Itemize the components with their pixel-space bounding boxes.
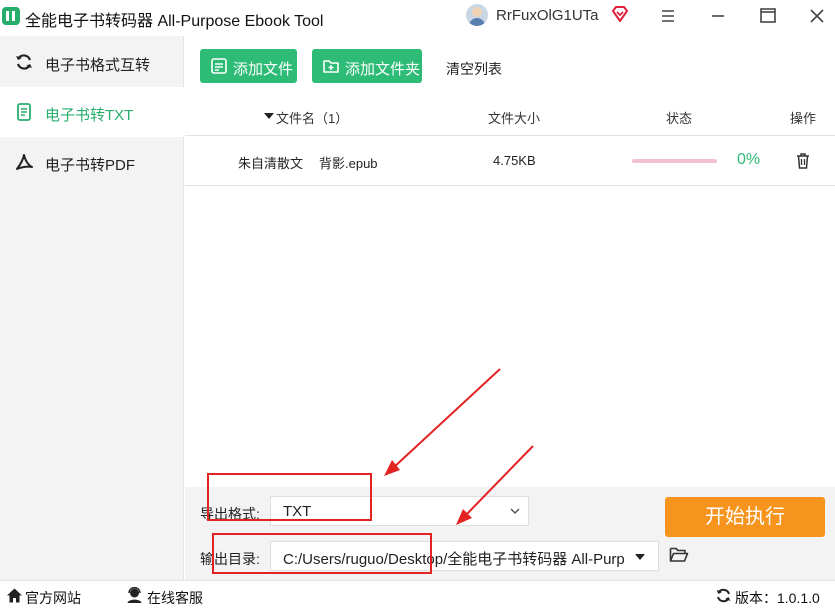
column-header-filename[interactable]: 文件名（1） — [276, 108, 348, 127]
add-file-button[interactable]: 添加文件 — [200, 49, 297, 83]
official-website-link[interactable]: 官方网站 — [25, 588, 81, 608]
file-author: 朱自清散文 — [238, 156, 304, 171]
file-size: 4.75KB — [493, 153, 536, 168]
user-avatar[interactable] — [466, 4, 488, 26]
update-icon — [716, 588, 731, 603]
clear-list-button[interactable]: 清空列表 — [446, 59, 502, 79]
column-header-action: 操作 — [790, 111, 817, 126]
table-row[interactable]: 朱自清散文 背影.epub 4.75KB 0% — [185, 136, 835, 186]
minimize-icon[interactable] — [705, 4, 731, 28]
sort-desc-icon[interactable] — [264, 113, 274, 119]
maximize-icon[interactable] — [755, 4, 781, 28]
sidebar-item-label: 电子书转TXT — [45, 107, 134, 124]
sidebar-item-label: 电子书格式互转 — [45, 57, 151, 74]
hamburger-icon[interactable] — [655, 4, 681, 28]
caret-down-icon — [635, 554, 645, 560]
annotation-arrow-format — [384, 368, 501, 476]
sidebar: 电子书格式互转 电子书转TXT 电子书转PDF — [0, 36, 184, 580]
sidebar-item-to-txt[interactable]: 电子书转TXT — [0, 87, 184, 137]
open-folder-icon[interactable] — [669, 546, 689, 563]
username[interactable]: RrFuxOlG1UTa — [496, 7, 599, 24]
diamond-icon[interactable] — [611, 5, 629, 23]
sidebar-item-label: 电子书转PDF — [45, 157, 136, 174]
version-label: 版本：1.0.1.0 — [735, 590, 820, 606]
add-folder-label: 添加文件夹 — [345, 61, 421, 78]
online-support-link[interactable]: 在线客服 — [147, 588, 203, 608]
add-folder-button[interactable]: 添加文件夹 — [312, 49, 422, 83]
column-header-status: 状态 — [666, 111, 693, 126]
annotation-box-output-dir — [212, 533, 432, 574]
file-name: 背影.epub — [319, 156, 378, 171]
refresh-icon — [16, 54, 32, 70]
title-bar: 全能电子书转码器 All-Purpose Ebook Tool RrFuxOlG… — [0, 0, 835, 34]
sidebar-item-format-convert[interactable]: 电子书格式互转 — [0, 37, 184, 87]
add-folder-icon — [323, 60, 339, 73]
progress-percent: 0% — [737, 151, 761, 168]
close-icon[interactable] — [804, 4, 830, 28]
annotation-box-format — [207, 473, 372, 521]
sidebar-item-to-pdf[interactable]: 电子书转PDF — [0, 137, 184, 187]
app-logo-icon — [2, 7, 20, 25]
start-button[interactable]: 开始执行 — [665, 497, 825, 537]
home-icon — [7, 588, 22, 603]
status-bar: 官方网站 在线客服 版本：1.0.1.0 — [0, 580, 835, 610]
progress-bar — [632, 159, 717, 163]
document-icon — [17, 103, 31, 121]
trash-icon[interactable] — [795, 152, 811, 170]
app-title: 全能电子书转码器 All-Purpose Ebook Tool — [25, 13, 324, 30]
add-file-icon — [211, 58, 227, 74]
column-header-size: 文件大小 — [488, 111, 541, 126]
add-file-label: 添加文件 — [233, 61, 294, 78]
chevron-down-icon — [510, 508, 520, 515]
customer-service-icon — [127, 587, 142, 603]
table-header: 文件名（1） 文件大小 状态 操作 — [185, 96, 835, 136]
pdf-icon — [16, 154, 33, 170]
